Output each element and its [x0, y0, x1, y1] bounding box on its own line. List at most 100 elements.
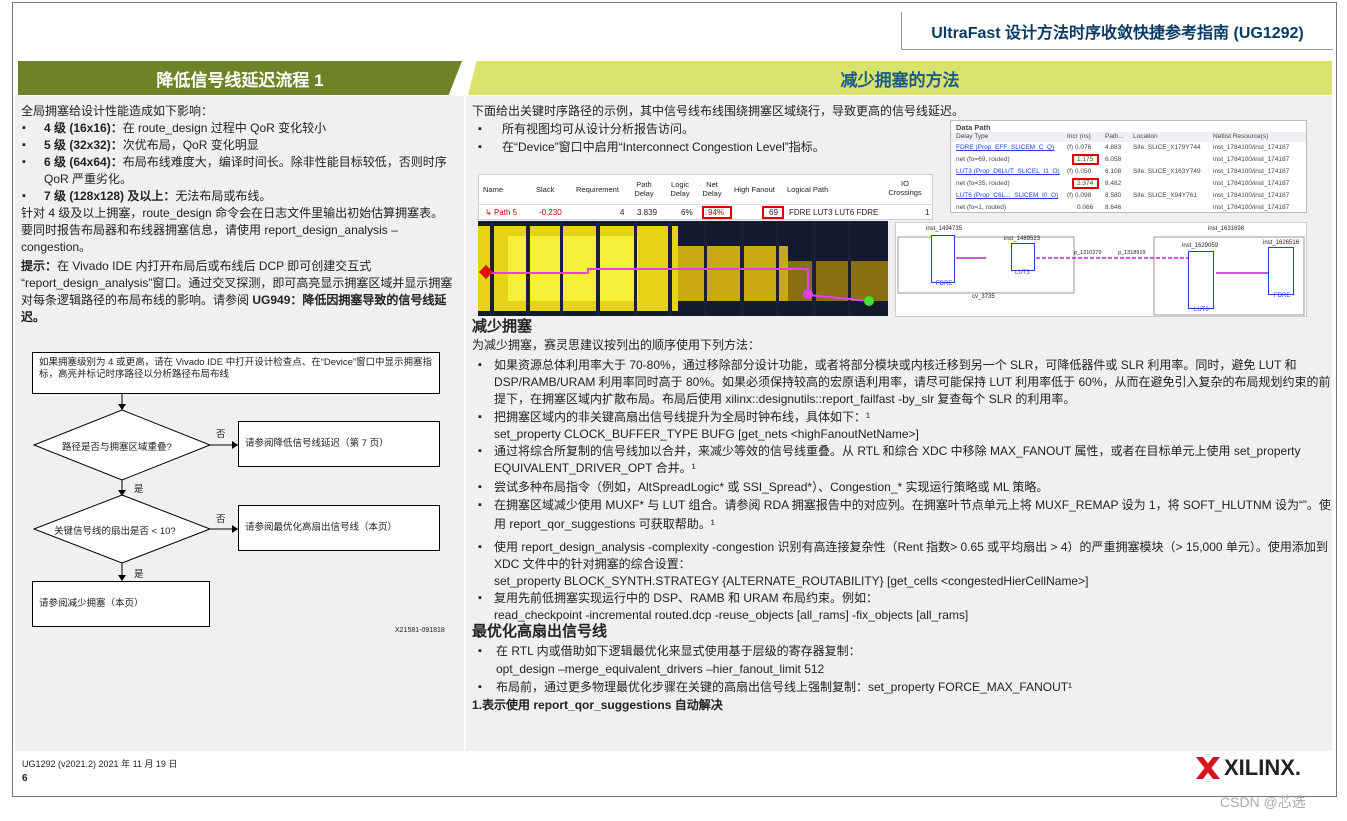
section-heading: 最优化高扇出信号线: [472, 623, 608, 640]
dp-row-path: 8.646: [1105, 204, 1122, 211]
cell-type: LUT3: [1015, 270, 1030, 276]
left-para-line: 要同时报告布局器和布线器拥塞信息，请使用 report_design_analy…: [21, 223, 398, 237]
device-congestion-view[interactable]: [478, 221, 888, 316]
dp-row-loc: Site: SLICE_X163Y749: [1133, 168, 1201, 175]
dp-row-type[interactable]: LUT3 (Prop_D6LUT_SLICEL_I1_O): [956, 168, 1060, 175]
item-line: 提下，在拥塞区域内扩散布局。布局后使用 xilinx::designutils:…: [494, 392, 1076, 406]
left-intro: 全局拥塞给设计性能造成如下影响：: [21, 104, 214, 118]
item-line: set_property BLOCK_SYNTH.STRATEGY {ALTER…: [494, 574, 1089, 588]
lut6-cell[interactable]: [1188, 251, 1214, 309]
bullet: ▪: [478, 592, 482, 604]
congestion-heatmap: [478, 221, 888, 316]
document-id: UG1292 (v2021.2) 2021 年 11 月 19 日: [22, 759, 178, 769]
dp-row-loc: Site: SLICE_X179Y744: [1133, 144, 1201, 151]
item-line: EQUIVALENT_DRIVER_OPT 合并。¹: [494, 461, 696, 475]
bullet: ▪: [478, 411, 482, 423]
flow-answer-2: 请参阅最优化高扇出信号线（本页）: [238, 505, 440, 551]
item-line: 复用先前低拥塞实现运行中的 DSP、RAMB 和 URAM 布局约束。例如：: [494, 591, 879, 605]
dp-row-net: inst_1784100/inst_174187: [1213, 204, 1290, 211]
dp-row-path: 6.058: [1105, 156, 1122, 163]
col-header: IO Crossings: [888, 179, 922, 197]
ug949-link[interactable]: UG949：降低因拥塞导致的信号线延: [252, 293, 446, 307]
right-section-banner: 减少拥塞的方法: [468, 61, 1332, 95]
item-line: 布局前，通过更多物理最优化步骤在关键的高扇出信号线上强制复制：set_prope…: [496, 680, 1073, 694]
bullet: ▪: [478, 645, 482, 657]
dp-row-type[interactable]: LUT6 (Prop_C6L..._SLICEM_I0_O): [956, 192, 1058, 199]
figure-id: X21581-091818: [395, 627, 445, 634]
xilinx-logo: XILINX.: [1196, 755, 1301, 781]
right-bullet-2: 在“Device”窗口中启用“Interconnect Congestion L…: [502, 140, 825, 154]
cell-logic-delay: 6%: [681, 208, 693, 217]
tip-line: 对每条逻辑路径的布局布线的影响。请参阅 UG949：降低因拥塞导致的信号线延: [21, 293, 447, 307]
highlight-box: [762, 206, 784, 219]
lut3-cell[interactable]: [1011, 243, 1035, 271]
bullet: ▪: [22, 139, 26, 151]
item-line: 用 report_qor_suggestions 可获取帮助。¹: [494, 517, 715, 531]
tip-line: 迟。: [21, 310, 46, 324]
dp-row-type: net (fo=69, routed): [956, 156, 1010, 163]
dp-row-net: inst_1784100/inst_174187: [1213, 168, 1290, 175]
tip-line: 提示：在 Vivado IDE 内打开布局后或布线后 DCP 即可创建交互式: [21, 259, 372, 273]
bullet: ▪: [22, 156, 26, 168]
item-line: 把拥塞区域内的非关键高扇出信号线提升为全局时钟布线，具体如下：¹: [494, 410, 870, 424]
schematic-view[interactable]: inst_1494735 FDRE inst_1489523 LUT3 p_13…: [895, 222, 1307, 317]
bullet: ▪: [22, 190, 26, 202]
flow-yes-label: 是: [134, 569, 144, 580]
level-7: 7 级 (128x128) 及以上：无法布局或布线。: [44, 189, 272, 203]
cell-label: inst_1629059: [1182, 243, 1219, 249]
cell-type: LUT6: [1194, 307, 1209, 313]
dp-header: Netlist Resource(s): [1213, 133, 1269, 140]
data-path-title: Data Path: [956, 123, 991, 132]
cell-type: FDRE: [936, 281, 953, 287]
right-bullet-1: 所有视图均可从设计分析报告访问。: [502, 122, 695, 136]
dp-header: Path...: [1105, 133, 1124, 140]
net-label: p_1318919: [1118, 250, 1146, 256]
level-6-cont: QoR 严重劣化。: [44, 172, 133, 186]
bullet: ▪: [478, 499, 482, 511]
document-title: UltraFast 设计方法时序收敛快捷参考指南 (UG1292): [901, 12, 1333, 50]
col-header: Requirement: [576, 185, 619, 194]
fdre-cell[interactable]: [1268, 247, 1294, 295]
dp-row-path: 8.482: [1105, 180, 1122, 187]
cell-label: inst_1489523: [1004, 236, 1041, 242]
cell-slack: -0.230: [539, 208, 562, 217]
dp-row-path: 4.883: [1105, 144, 1122, 151]
path-name[interactable]: ↳ Path 5: [485, 208, 517, 217]
bullet: ▪: [478, 541, 482, 553]
left-para-line: 针对 4 级及以上拥塞，route_design 命令会在日志文件里输出初始估算…: [21, 206, 444, 220]
col-header: Logic Delay: [670, 180, 690, 198]
left-para-line: congestion。: [21, 240, 92, 254]
dp-row-type: net (fo=1, routed): [956, 204, 1007, 211]
right-intro: 下面给出关键时序路径的示例，其中信号线布线围绕拥塞区域绕行，导致更高的信号线延迟…: [472, 104, 965, 118]
highlight-box: [1072, 178, 1099, 189]
flow-no-label: 否: [216, 429, 226, 440]
cell-label: inst_1631698: [1208, 226, 1245, 232]
dp-row-type[interactable]: FDRE (Prop_EFF_SLICEM_C_Q): [956, 144, 1054, 151]
item-line: 如果资源总体利用率大于 70-80%，通过移除部分设计功能，或者将部分模块或内核…: [494, 358, 1297, 372]
xilinx-x-icon: [1196, 757, 1220, 779]
dp-row-incr: (f) 0.076: [1067, 144, 1092, 151]
timing-path-table[interactable]: Name Slack Requirement Path Delay Logic …: [478, 174, 933, 220]
item-line: 尝试多种布局指令（例如，AltSpreadLogic* 或 SSI_Spread…: [494, 480, 1049, 494]
level-5: 5 级 (32x32)：次优布局，QoR 变化明显: [44, 138, 259, 152]
dp-row-incr: 0.066: [1077, 204, 1094, 211]
col-header: Path Delay: [634, 180, 654, 198]
item-line: XDC 文件中的针对拥塞的综合设置：: [494, 557, 691, 571]
schematic-wires: [897, 236, 1305, 316]
level-4: 4 级 (16x16)：在 route_design 过程中 QoR 变化较小: [44, 121, 327, 135]
col-header: Slack: [536, 185, 555, 194]
cv-label: cv_3735: [972, 294, 995, 300]
dp-header: Incr (ns): [1067, 133, 1091, 140]
col-header: Name: [483, 185, 504, 194]
flow-answer-1: 请参阅降低信号线延迟（第 7 页）: [238, 421, 440, 467]
bullet: ▪: [478, 123, 482, 135]
data-path-report[interactable]: Data Path Delay Type Incr (ns) Path... L…: [950, 120, 1307, 213]
cell-requirement: 4: [620, 208, 625, 217]
cell-path-delay: 3.839: [637, 208, 658, 217]
highlight-box: [1072, 154, 1099, 165]
flow-no-label: 否: [216, 514, 226, 525]
fdre-cell[interactable]: [931, 235, 955, 283]
bullet: ▪: [22, 122, 26, 134]
item-line: 在拥塞区域减少使用 MUXF* 与 LUT 组合。请参阅 RDA 拥塞报告中的对…: [494, 498, 1331, 512]
footnote: 1.表示使用 report_qor_suggestions 自动解决: [472, 698, 723, 712]
